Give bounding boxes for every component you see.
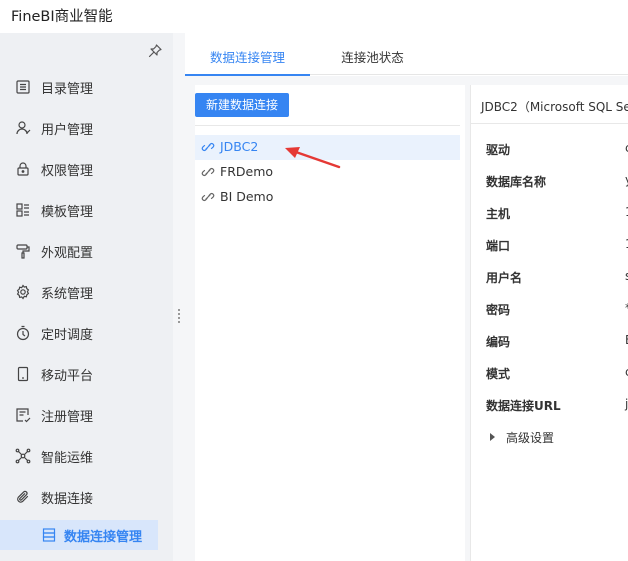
- field-host: 主机 1: [486, 205, 628, 225]
- field-schema: 模式 c: [486, 365, 628, 385]
- user-icon: [16, 121, 31, 135]
- connection-item-bi-demo[interactable]: BI Demo: [195, 185, 460, 210]
- database-icon: [42, 528, 56, 542]
- sidebar-item-catalog[interactable]: 目录管理: [0, 67, 173, 108]
- field-key: 端口: [486, 239, 511, 253]
- tab-label: 数据连接管理: [209, 50, 285, 65]
- annotation-arrow-icon: [285, 147, 341, 169]
- field-connection-url: 数据连接URL j: [486, 397, 628, 417]
- sidebar-item-label: 用户管理: [41, 123, 94, 138]
- field-key: 驱动: [486, 143, 511, 157]
- sidebar-item-label: 模板管理: [41, 205, 94, 220]
- timer-icon: [16, 325, 30, 341]
- sidebar-item-label: 智能运维: [41, 451, 94, 466]
- network-icon: [15, 448, 31, 464]
- sidebar-subitem-data-connection-management[interactable]: 数据连接管理: [0, 520, 158, 550]
- sidebar-item-permissions[interactable]: 权限管理: [0, 149, 173, 190]
- sidebar-item-schedule[interactable]: 定时调度: [0, 313, 173, 354]
- sidebar-item-label: 注册管理: [41, 410, 94, 425]
- sidebar-subitem-label: 数据连接管理: [64, 530, 143, 545]
- caret-right-icon: [490, 433, 495, 441]
- mobile-icon: [17, 366, 29, 382]
- field-key: 主机: [486, 207, 511, 221]
- divider: [195, 125, 460, 126]
- sidebar-item-data-connection[interactable]: 数据连接: [0, 477, 173, 518]
- app-title: FineBI商业智能: [11, 9, 113, 25]
- field-key: 用户名: [486, 271, 523, 285]
- template-icon: [16, 203, 29, 217]
- field-username: 用户名 s: [486, 269, 628, 289]
- sidebar-item-label: 外观配置: [41, 246, 94, 261]
- field-port: 端口 1: [486, 237, 628, 257]
- catalog-icon: [16, 80, 30, 94]
- field-key: 数据库名称: [486, 175, 547, 189]
- sidebar-item-mobile[interactable]: 移动平台: [0, 354, 173, 395]
- field-key: 模式: [486, 367, 511, 381]
- link-icon: [201, 143, 215, 151]
- field-key: 数据连接URL: [486, 399, 561, 413]
- sidebar-item-label: 系统管理: [41, 287, 94, 302]
- tab-connection-pool-status[interactable]: 连接池状态: [325, 33, 420, 75]
- sidebar-item-register[interactable]: 注册管理: [0, 395, 173, 436]
- field-password: 密码 *: [486, 301, 628, 321]
- sidebar-item-label: 权限管理: [41, 164, 94, 179]
- sidebar-item-ops[interactable]: 智能运维: [0, 436, 173, 477]
- advanced-settings-label: 高级设置: [506, 431, 555, 445]
- sidebar-item-appearance[interactable]: 外观配置: [0, 231, 173, 272]
- sidebar-item-label: 目录管理: [41, 82, 94, 97]
- register-icon: [16, 408, 31, 423]
- field-driver: 驱动 c: [486, 141, 628, 161]
- tab-label: 连接池状态: [341, 50, 404, 65]
- sidebar-item-label: 定时调度: [41, 328, 94, 343]
- pin-icon[interactable]: [147, 43, 163, 59]
- field-key: 密码: [486, 303, 511, 317]
- field-encoding: 编码 E: [486, 333, 628, 353]
- sidebar-item-system[interactable]: 系统管理: [0, 272, 173, 313]
- link-icon: [201, 168, 215, 176]
- app-header: FineBI商业智能: [0, 0, 628, 33]
- splitter: [173, 33, 185, 561]
- gear-icon: [16, 284, 30, 300]
- sidebar-item-label: 移动平台: [41, 369, 94, 384]
- connection-label: FRDemo: [220, 164, 274, 179]
- sidebar-item-templates[interactable]: 模板管理: [0, 190, 173, 231]
- detail-title: JDBC2（Microsoft SQL Server: [481, 100, 628, 114]
- connection-label: JDBC2: [220, 139, 259, 154]
- sidebar: 目录管理 用户管理 权限管理 模板管理 外观配置 系统管理 定时调度 移动平台 …: [0, 33, 173, 561]
- lock-icon: [17, 162, 29, 176]
- field-key: 编码: [486, 335, 511, 349]
- sidebar-item-label: 数据连接: [41, 492, 94, 507]
- field-database-name: 数据库名称 y: [486, 173, 628, 193]
- resize-handle[interactable]: [177, 309, 181, 323]
- paperclip-icon: [17, 490, 29, 503]
- link-icon: [201, 193, 215, 201]
- connection-detail-panel: JDBC2（Microsoft SQL Server 驱动 c 数据库名称 y …: [470, 85, 628, 561]
- divider: [471, 123, 628, 124]
- tab-bar: 数据连接管理 连接池状态: [185, 33, 628, 76]
- sidebar-item-users[interactable]: 用户管理: [0, 108, 173, 149]
- paint-roller-icon: [16, 244, 30, 259]
- connection-label: BI Demo: [220, 189, 274, 204]
- new-connection-button[interactable]: 新建数据连接: [195, 93, 289, 117]
- tab-data-connection-management[interactable]: 数据连接管理: [185, 33, 310, 76]
